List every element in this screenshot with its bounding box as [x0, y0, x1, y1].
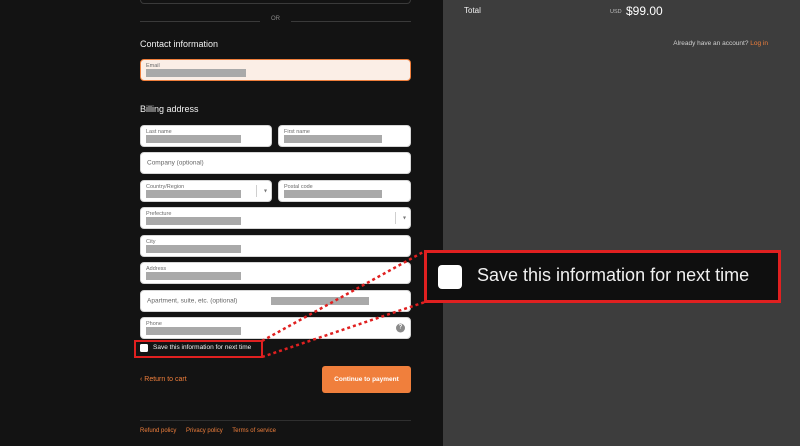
zoom-callout: Save this information for next time: [424, 250, 781, 303]
divider-line-right: [291, 21, 411, 22]
city-value-redacted: [146, 245, 241, 253]
city-field[interactable]: City: [140, 235, 411, 257]
help-icon[interactable]: ?: [396, 323, 405, 333]
currency-code: USD: [610, 9, 622, 15]
chevron-down-icon: ▾: [263, 188, 267, 195]
total-amount: $99.00: [626, 4, 663, 18]
total-label: Total: [464, 6, 481, 15]
phone-value-redacted: [146, 327, 241, 335]
company-placeholder: Company (optional): [147, 159, 204, 167]
terms-of-service-link[interactable]: Terms of service: [232, 428, 276, 434]
prefecture-separator: [395, 212, 396, 224]
address-value-redacted: [146, 272, 241, 280]
billing-title: Billing address: [140, 104, 199, 114]
prefecture-value-redacted: [146, 217, 241, 225]
first-name-field[interactable]: First name: [278, 125, 411, 147]
country-separator: [256, 185, 257, 197]
chevron-down-icon: ▾: [402, 215, 406, 222]
postal-value-redacted: [284, 190, 382, 198]
country-select[interactable]: Country/Region ▾: [140, 180, 272, 202]
or-divider: OR: [140, 16, 411, 26]
zoom-checkbox: [438, 265, 462, 289]
refund-policy-link[interactable]: Refund policy: [140, 428, 176, 434]
apartment-placeholder: Apartment, suite, etc. (optional): [147, 297, 238, 305]
apartment-value-redacted: [271, 297, 369, 305]
apartment-field[interactable]: Apartment, suite, etc. (optional): [140, 290, 411, 312]
express-checkout-box: [140, 0, 411, 4]
highlight-frame: [134, 340, 263, 358]
login-prompt-text: Already have an account?: [673, 40, 749, 47]
postal-code-field[interactable]: Postal code: [278, 180, 411, 202]
email-field[interactable]: Email: [140, 59, 411, 81]
login-prompt: Already have an account? Log in: [673, 40, 768, 47]
last-name-field[interactable]: Last name: [140, 125, 272, 147]
continue-to-payment-button[interactable]: Continue to payment: [322, 366, 411, 393]
company-field[interactable]: Company (optional): [140, 152, 411, 174]
order-summary-panel: [443, 0, 800, 446]
zoom-label: Save this information for next time: [477, 265, 750, 285]
contact-title: Contact information: [140, 39, 219, 49]
last-name-value-redacted: [146, 135, 241, 143]
phone-field[interactable]: Phone ?: [140, 317, 411, 339]
login-link[interactable]: Log in: [750, 40, 768, 47]
footer-divider: [140, 420, 411, 421]
privacy-policy-link[interactable]: Privacy policy: [186, 428, 223, 434]
address-field[interactable]: Address: [140, 262, 411, 284]
footer-links: Refund policy Privacy policy Terms of se…: [140, 428, 284, 434]
return-to-cart-link[interactable]: ‹ Return to cart: [140, 376, 187, 383]
country-value-redacted: [146, 190, 241, 198]
email-value-redacted: [146, 69, 246, 77]
first-name-value-redacted: [284, 135, 382, 143]
prefecture-select[interactable]: Prefecture ▾: [140, 207, 411, 229]
